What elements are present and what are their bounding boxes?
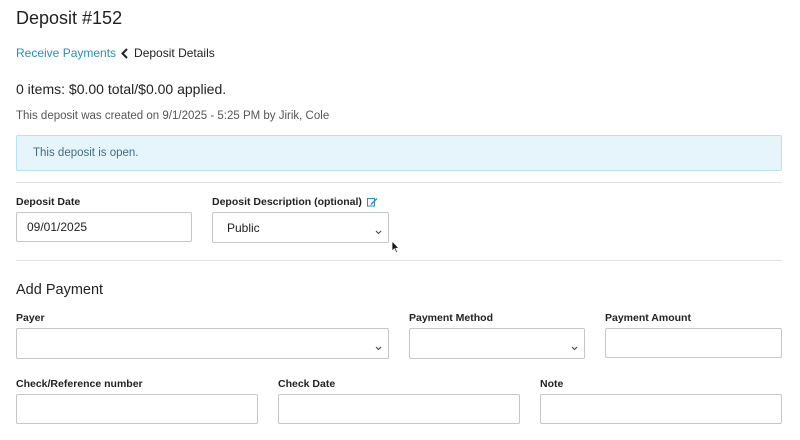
deposit-summary: 0 items: $0.00 total/$0.00 applied.: [16, 81, 227, 97]
note-input[interactable]: [540, 394, 782, 424]
chevron-down-icon: [571, 340, 578, 354]
edit-icon[interactable]: [366, 197, 378, 207]
divider: [16, 182, 782, 183]
reference-number-input[interactable]: [16, 394, 258, 424]
breadcrumb: Receive Payments Deposit Details: [16, 46, 215, 60]
payment-amount-label: Payment Amount: [605, 312, 691, 324]
payment-method-select[interactable]: [409, 328, 585, 359]
deposit-description-select[interactable]: Public: [212, 212, 389, 243]
check-date-input[interactable]: [278, 394, 520, 424]
deposit-description-label-wrap: Deposit Description (optional): [212, 196, 378, 208]
payer-label: Payer: [16, 312, 45, 324]
deposit-description-label: Deposit Description (optional): [212, 196, 362, 208]
status-alert: This deposit is open.: [16, 135, 782, 171]
deposit-description-value: Public: [227, 220, 260, 235]
payment-amount-input[interactable]: [605, 328, 782, 358]
page-title: Deposit #152: [16, 8, 123, 28]
chevron-down-icon: [375, 224, 382, 238]
chevron-down-icon: [375, 340, 382, 354]
breadcrumb-current: Deposit Details: [134, 46, 215, 60]
add-payment-title: Add Payment: [16, 282, 104, 298]
deposit-date-input[interactable]: [16, 212, 192, 242]
deposit-date-label: Deposit Date: [16, 196, 81, 208]
check-date-label: Check Date: [278, 378, 336, 390]
divider: [16, 260, 782, 261]
note-label: Note: [540, 378, 564, 390]
breadcrumb-link-receive-payments[interactable]: Receive Payments: [16, 46, 116, 60]
mouse-pointer-icon: [391, 240, 400, 259]
chevron-left-icon: [121, 47, 128, 59]
created-info: This deposit was created on 9/1/2025 - 5…: [16, 110, 330, 122]
reference-number-label: Check/Reference number: [16, 378, 143, 390]
payment-method-label: Payment Method: [409, 312, 494, 324]
payer-select[interactable]: [16, 328, 389, 359]
